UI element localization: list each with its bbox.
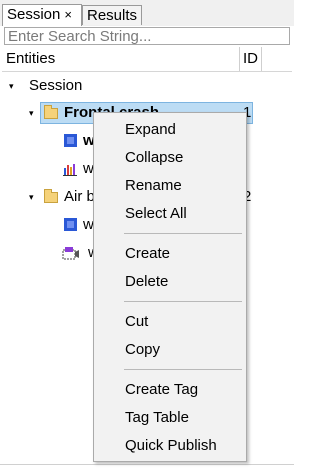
tab-bar: Session × Results <box>0 0 294 26</box>
menu-item-quick-publish[interactable]: Quick Publish <box>125 435 217 457</box>
chevron-down-icon[interactable]: ▾ <box>9 74 14 98</box>
menu-item-delete[interactable]: Delete <box>125 271 168 293</box>
tab-results[interactable]: Results <box>82 5 142 25</box>
tree-label-session: Session <box>29 77 83 94</box>
menu-item-tag-table[interactable]: Tag Table <box>125 407 189 429</box>
chevron-down-icon[interactable]: ▾ <box>29 185 34 209</box>
menu-item-select-all[interactable]: Select All <box>125 203 187 225</box>
folder-icon <box>44 189 58 203</box>
column-entities[interactable]: Entities <box>6 50 55 67</box>
menu-separator <box>124 369 242 370</box>
search-input[interactable] <box>5 28 289 45</box>
bar-chart-icon <box>63 164 77 176</box>
column-header: Entities ID <box>2 47 292 72</box>
panel-divider <box>0 464 294 465</box>
menu-item-copy[interactable]: Copy <box>125 339 160 361</box>
camera-icon <box>62 247 79 260</box>
tab-session-label: Session <box>7 6 61 23</box>
column-divider[interactable] <box>261 47 262 71</box>
folder-icon <box>44 105 58 119</box>
search-box <box>4 27 290 45</box>
chevron-down-icon[interactable]: ▾ <box>29 101 34 125</box>
menu-item-expand[interactable]: Expand <box>125 119 176 141</box>
menu-item-rename[interactable]: Rename <box>125 175 182 197</box>
menu-separator <box>124 301 242 302</box>
column-divider[interactable] <box>239 47 240 71</box>
blue-element-icon <box>64 218 77 231</box>
menu-item-create[interactable]: Create <box>125 243 170 265</box>
tab-results-label: Results <box>87 7 138 24</box>
menu-item-cut[interactable]: Cut <box>125 311 148 333</box>
close-icon[interactable]: × <box>64 7 72 22</box>
menu-item-create-tag[interactable]: Create Tag <box>125 379 198 401</box>
tree-row-session[interactable]: ▾ Session <box>0 74 294 98</box>
tree-label-airbag: Air b <box>64 188 95 205</box>
context-menu: Expand Collapse Rename Select All Create… <box>93 112 247 462</box>
column-id[interactable]: ID <box>243 50 258 67</box>
tab-session[interactable]: Session × <box>2 4 82 26</box>
menu-separator <box>124 233 242 234</box>
menu-item-collapse[interactable]: Collapse <box>125 147 183 169</box>
blue-element-icon <box>64 134 77 147</box>
